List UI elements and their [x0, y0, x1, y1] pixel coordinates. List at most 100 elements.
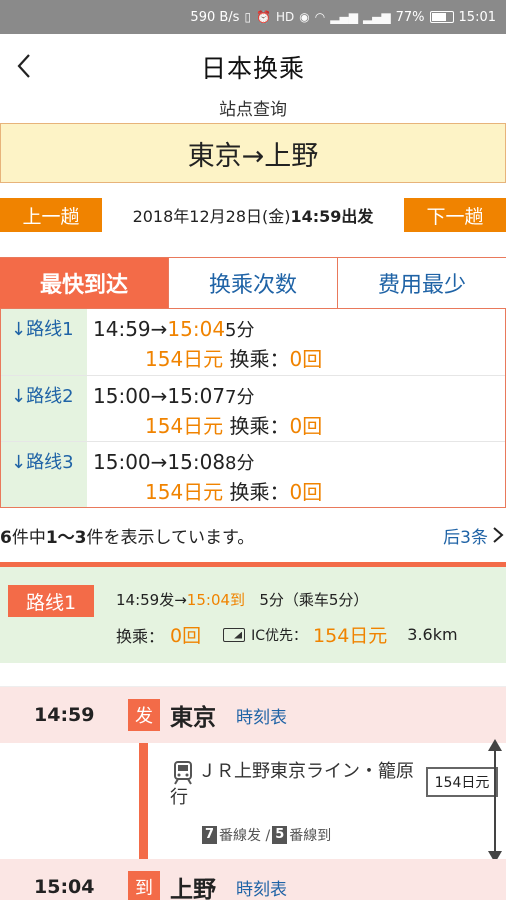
- arrival-platform: 5: [272, 826, 288, 844]
- route-detail-summary: 路线1 14:59发→15:04到 5分（乘车5分） 换乘： 0回 IC优先： 15…: [0, 567, 506, 663]
- route-price-line: 154日元 换乘：0回: [93, 476, 505, 508]
- route-duration: 5分: [225, 320, 255, 341]
- route-price-line: 154日元 换乘：0回: [93, 343, 505, 375]
- route-price: 154日元: [145, 414, 224, 438]
- route-duration: 7分: [225, 387, 255, 408]
- hd-icon: HD: [276, 10, 295, 24]
- route-times: 14:59→15:045分: [93, 315, 505, 343]
- back-button[interactable]: [8, 48, 40, 84]
- result-text-2: 件を表示しています。: [86, 527, 255, 548]
- route-dep: 15:00→: [93, 450, 168, 474]
- departure-stop-time: 14:59: [34, 704, 95, 726]
- departure-platform: 7: [202, 826, 218, 844]
- route-times: 15:00→15:088分: [93, 448, 505, 476]
- detail-times: 14:59发→15:04到 5分（乘车5分）: [116, 589, 368, 610]
- route-duration: 8分: [225, 453, 255, 474]
- result-text-1: 件中: [11, 527, 46, 548]
- more-results-link[interactable]: 后3条: [443, 523, 504, 548]
- route-row-3[interactable]: ↓路线3 15:00→15:088分 154日元 换乘：0回: [1, 441, 505, 507]
- route-list: ↓路线1 14:59→15:045分 154日元 换乘：0回 ↓路线2 15:0…: [0, 309, 506, 508]
- arrival-station: 上野: [170, 877, 216, 900]
- detail-distance: 3.6km: [407, 625, 458, 644]
- detail-duration: 5分（乘车5分）: [259, 591, 369, 609]
- detail-transfers: 0回: [170, 625, 202, 647]
- route-arr: 15:07: [167, 384, 226, 408]
- wifi-icon: ◠: [314, 10, 326, 24]
- transfer-label: 换乘：: [229, 480, 290, 504]
- departure-timetable-link[interactable]: 時刻表: [236, 703, 287, 728]
- transfer-label: 换乘：: [229, 414, 290, 438]
- route-label: ↓路线1: [1, 309, 87, 375]
- double-arrow-icon: [488, 739, 502, 863]
- app-header: 日本换乘: [0, 34, 506, 100]
- route-price-line: 154日元 换乘：0回: [93, 410, 505, 442]
- eye-icon: ◉: [299, 10, 310, 24]
- status-bar: 590 B/s ▯ ⏰ HD ◉ ◠ ▂▄▆ ▂▄▆ 77% 15:01: [0, 0, 506, 34]
- ic-label: IC优先：: [251, 627, 308, 644]
- departure-date: 2018年12月28日(金): [132, 207, 291, 226]
- route-badge: 路线1: [8, 585, 94, 617]
- signal-4g-icon: ▂▄▆: [330, 10, 358, 24]
- train-segment: ＪＲ上野東京ライン・籠原行 7 番線发 / 5 番線到 154日元: [0, 739, 506, 863]
- route-label: ↓路线2: [1, 376, 87, 441]
- ic-card-icon: [223, 627, 246, 642]
- tab-fewest-transfers[interactable]: 换乘次数: [168, 258, 337, 308]
- vibrate-icon: ▯: [244, 10, 252, 24]
- tab-fastest[interactable]: 最快到达: [0, 258, 168, 308]
- transfer-label: 换乘：: [229, 347, 290, 371]
- arrival-stop-time: 15:04: [34, 876, 95, 898]
- detail-dep: 14:59发→: [116, 591, 187, 609]
- battery-icon: [429, 11, 454, 23]
- network-speed: 590 B/s: [190, 9, 240, 25]
- chevron-left-icon: [17, 54, 30, 78]
- result-total: 6: [0, 527, 12, 548]
- result-count-bar: 6件中1～3件を表示しています。 后3条: [0, 508, 506, 562]
- arrival-stop: 15:04 到 上野 時刻表: [0, 859, 506, 900]
- tab-cheapest[interactable]: 费用最少: [337, 258, 506, 308]
- next-train-button[interactable]: 下一趟: [404, 198, 506, 232]
- route-row-2[interactable]: ↓路线2 15:00→15:077分 154日元 换乘：0回: [1, 375, 505, 441]
- detail-price: 154日元: [313, 625, 388, 647]
- route-row-1[interactable]: ↓路线1 14:59→15:045分 154日元 换乘：0回: [1, 309, 505, 375]
- route-dep: 14:59→: [93, 317, 168, 341]
- route-transfers: 0回: [289, 347, 323, 371]
- detail-transfer-label: 换乘：: [116, 626, 165, 646]
- route-label: ↓路线3: [1, 442, 87, 507]
- departure-platform-text: 番線发 /: [219, 828, 271, 844]
- date-bar: 上一趟 2018年12月28日(金)14:59出发 下一趟: [0, 183, 506, 247]
- sort-tabs: 最快到达 换乘次数 费用最少: [0, 257, 506, 309]
- route-times: 15:00→15:077分: [93, 382, 505, 410]
- battery-fill: [431, 13, 447, 21]
- route-line: [139, 743, 148, 859]
- route-display: 東京→上野: [0, 123, 506, 183]
- route-arr: 15:04: [167, 317, 226, 341]
- result-count-text: 6件中1～3件を表示しています。: [0, 523, 254, 548]
- route-price: 154日元: [145, 347, 224, 371]
- page-subtitle: 站点查询: [219, 100, 287, 120]
- battery-percent: 77%: [395, 9, 425, 25]
- clock: 15:01: [458, 9, 496, 25]
- prev-train-button[interactable]: 上一趟: [0, 198, 102, 232]
- signal-3g-icon: ▂▄▆: [362, 10, 391, 24]
- route-transfers: 0回: [289, 414, 323, 438]
- page-title: 日本换乘: [200, 54, 305, 83]
- route-transfers: 0回: [289, 480, 323, 504]
- departure-mark: 发: [128, 699, 160, 731]
- detail-arr: 15:04到: [186, 591, 246, 609]
- detail-fare-line: 换乘： 0回 IC优先： 154日元 3.6km: [116, 621, 458, 648]
- departure-stop: 14:59 发 東京 時刻表: [0, 687, 506, 743]
- route-price: 154日元: [145, 480, 224, 504]
- alarm-icon: ⏰: [256, 10, 272, 24]
- result-range: 1～3: [45, 527, 87, 548]
- route-dep: 15:00→: [93, 384, 168, 408]
- chevron-right-icon: [493, 527, 504, 543]
- departure-datetime: 2018年12月28日(金)14:59出发: [133, 203, 374, 227]
- train-line-name: ＪＲ上野東京ライン・籠原行: [170, 761, 414, 808]
- more-results-label: 后3条: [443, 527, 488, 548]
- departure-time: 14:59出发: [290, 207, 374, 226]
- arrival-platform-text: 番線到: [289, 828, 332, 844]
- spacer: [0, 663, 506, 687]
- route-arr: 15:08: [167, 450, 226, 474]
- arrival-timetable-link[interactable]: 時刻表: [236, 875, 287, 900]
- departure-station: 東京: [170, 705, 216, 731]
